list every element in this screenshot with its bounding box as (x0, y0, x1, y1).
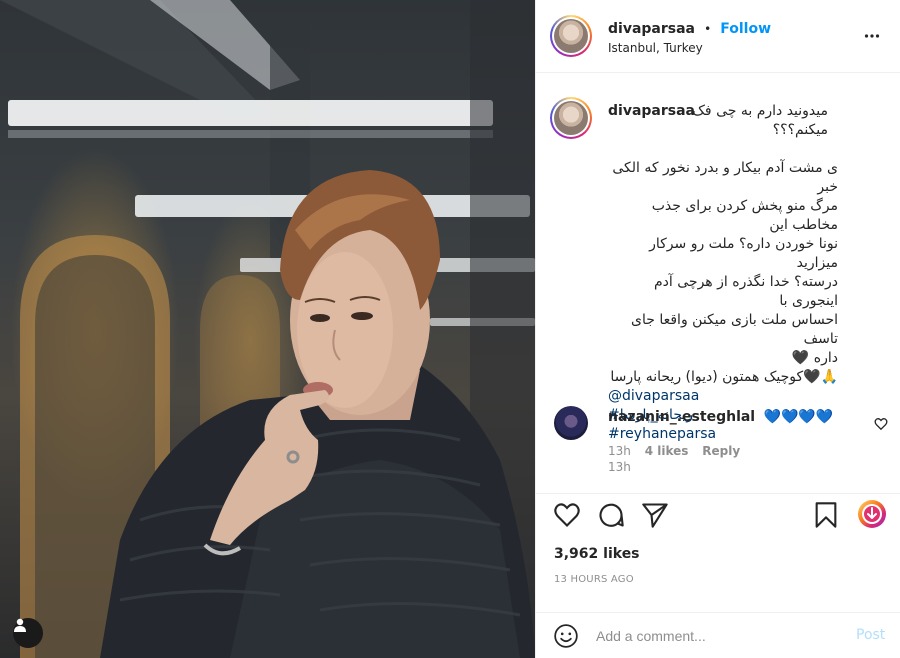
post-location[interactable]: Istanbul, Turkey (608, 41, 703, 55)
mention-link[interactable]: @divaparsaa (608, 387, 898, 406)
caption-time[interactable]: 13h (608, 458, 898, 477)
reply-button[interactable]: Reply (702, 444, 740, 458)
caption-line: درسته؟ خدا نگذره از هرچی آدم اینجوری با (654, 274, 838, 309)
tagged-users-button[interactable] (13, 618, 43, 648)
heart-icon (554, 503, 580, 527)
comments-section: divaparsaa میدونید دارم به چی فک میکنم؟؟… (536, 73, 900, 493)
caption-line: احساس ملت بازی میکنن واقعا جای تاسف (631, 312, 838, 347)
author-avatar[interactable] (550, 15, 592, 57)
user-icon (14, 618, 26, 632)
commenter-avatar[interactable] (554, 406, 588, 440)
download-button[interactable] (857, 499, 887, 533)
caption-avatar[interactable] (550, 97, 592, 139)
post-photo[interactable] (0, 0, 535, 658)
heart-outline-icon (874, 418, 888, 431)
paper-plane-icon (642, 503, 668, 528)
hashtag-link[interactable]: #reyhaneparsa (608, 425, 898, 444)
comment-input[interactable] (596, 625, 836, 647)
smiley-icon (554, 624, 578, 648)
caption-line: نونا خوردن داره؟ ملت رو سرکار میزارید (649, 236, 838, 271)
add-comment-bar: Post (536, 612, 900, 658)
caption-line: میدونید دارم به چی فک (692, 103, 828, 119)
comment-bubble-icon (599, 503, 624, 527)
comment-button[interactable] (597, 501, 625, 533)
post-comment-button[interactable]: Post (856, 627, 885, 643)
photo-illustration (0, 0, 535, 658)
bookmark-icon (815, 502, 837, 528)
more-options-button[interactable] (864, 28, 880, 48)
comment-text: 💙💙💙💙 (763, 409, 834, 425)
caption-line: میکنم؟؟؟ (772, 122, 828, 138)
download-circle-icon (858, 500, 886, 528)
separator-dot: • (704, 22, 712, 36)
post-side-panel: divaparsaa • Follow Istanbul, Turkey div… (535, 0, 900, 658)
save-button[interactable] (812, 501, 840, 533)
caption-line: 🙏🖤کوچیک همتون (دیوا) ریحانه پارسا (610, 369, 838, 385)
more-dots-icon (864, 34, 880, 38)
post-header: divaparsaa • Follow Istanbul, Turkey (536, 0, 900, 73)
like-button[interactable] (553, 501, 581, 533)
caption-line: ی مشت آدم بیکار و بدرد نخور که الکی خبر (612, 160, 838, 195)
share-button[interactable] (641, 501, 669, 533)
comment-likes[interactable]: 4 likes (645, 444, 689, 458)
likes-count[interactable]: 3,962 likes (554, 546, 640, 562)
follow-button[interactable]: Follow (720, 21, 771, 37)
post-timestamp[interactable]: 13 HOURS AGO (554, 574, 634, 585)
caption-line: داره 🖤 (791, 350, 838, 366)
emoji-button[interactable] (553, 623, 579, 653)
author-username[interactable]: divaparsaa (608, 21, 695, 37)
comment-like-button[interactable] (874, 416, 888, 435)
comment-username[interactable]: nazanin_.esteghlal (608, 409, 755, 425)
caption-line: مرگ منو پخش کردن برای جذب مخاطب این (651, 198, 838, 233)
post-actions: 3,962 likes 13 HOURS AGO Post (536, 493, 900, 658)
comment-time[interactable]: 13h (608, 444, 631, 458)
